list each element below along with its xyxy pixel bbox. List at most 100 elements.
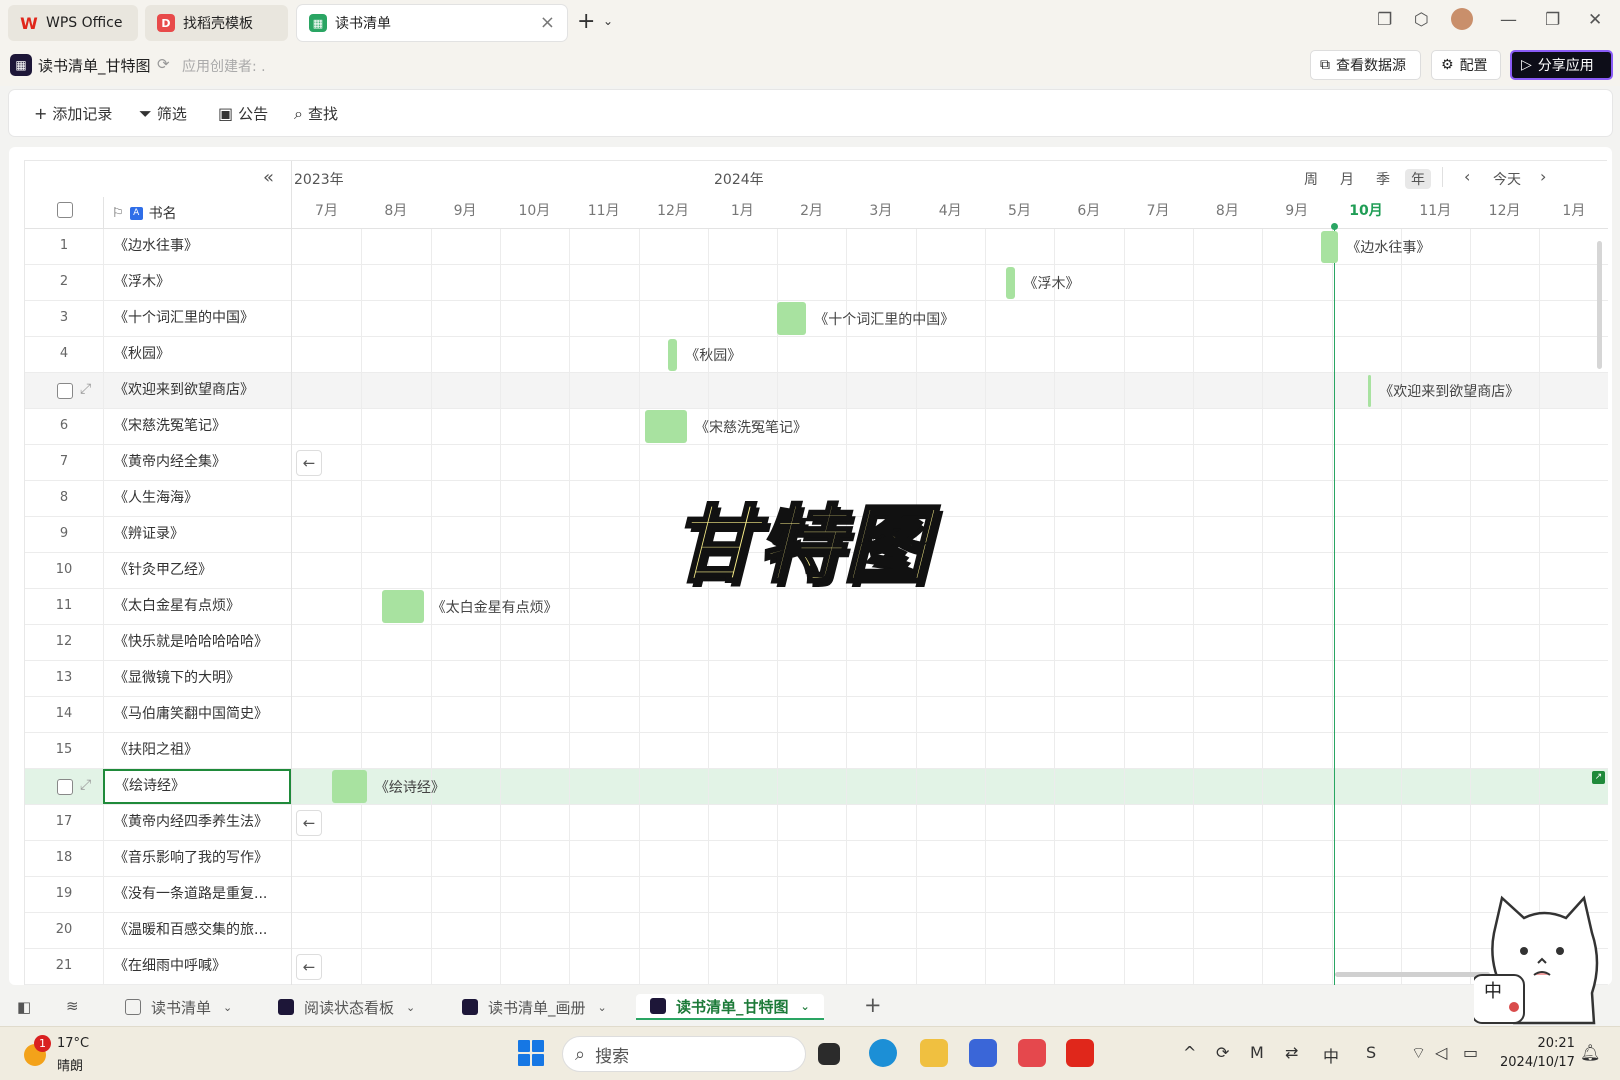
scale-week[interactable]: 周 (1304, 169, 1318, 189)
book-name-cell[interactable]: 《音乐影响了我的写作》 (103, 841, 291, 876)
chevron-down-icon[interactable]: ⌄ (598, 1001, 607, 1014)
book-name-cell[interactable]: 《欢迎来到欲望商店》 (103, 373, 291, 408)
gantt-bar[interactable] (382, 590, 424, 623)
find-button[interactable]: ⌕ 查找 (294, 103, 338, 124)
table-row[interactable]: 7 《黄帝内经全集》 ← (25, 445, 1608, 481)
book-name-cell[interactable]: 《温暖和百感交集的旅... (103, 913, 291, 948)
wps-taskbar-icon[interactable] (1066, 1039, 1094, 1067)
cube-icon[interactable]: ⬡ (1414, 10, 1429, 30)
battery-icon[interactable]: ▭ (1463, 1043, 1478, 1062)
scale-year[interactable]: 年 (1405, 169, 1431, 189)
table-row[interactable]: 13 《显微镜下的大明》 (25, 661, 1608, 697)
huawei-app-icon[interactable] (1018, 1039, 1046, 1067)
table-row[interactable]: 19 《没有一条道路是重复... (25, 877, 1608, 913)
book-name-cell[interactable]: 《黄帝内经全集》 (103, 445, 291, 480)
select-all-checkbox[interactable] (57, 202, 73, 218)
expand-icon[interactable]: ⤢ (80, 777, 91, 793)
gantt-bar[interactable] (1368, 375, 1372, 407)
sidebar-toggle-icon[interactable]: ◧ (17, 998, 31, 1016)
view-datasource-button[interactable]: ⧉ 查看数据源 (1310, 50, 1421, 80)
row-checkbox[interactable] (57, 383, 73, 399)
chevron-left-icon[interactable]: ‹ (1464, 167, 1470, 186)
filter-button[interactable]: ⏷ 筛选 (139, 103, 187, 124)
book-name-cell[interactable]: 《在细雨中呼喊》 (103, 949, 291, 984)
scale-quarter[interactable]: 季 (1376, 169, 1390, 189)
weather-temperature[interactable]: 17°C (57, 1036, 89, 1051)
arrow-left-icon[interactable]: ← (296, 810, 322, 836)
book-name-cell[interactable]: 《没有一条道路是重复... (103, 877, 291, 912)
chevron-down-icon[interactable]: ⌄ (603, 14, 613, 28)
gantt-bar[interactable] (1005, 267, 1016, 299)
sheet-tab[interactable]: 阅读状态看板 ⌄ (278, 994, 415, 1020)
sync-tray-icon[interactable]: ⟳ (1216, 1043, 1229, 1062)
window-icon[interactable]: ❐ (1377, 10, 1392, 30)
mail-app-icon[interactable] (969, 1039, 997, 1067)
input-method-icon[interactable]: 中 (1323, 1043, 1339, 1067)
book-name-cell[interactable]: 《十个词汇里的中国》 (103, 301, 291, 336)
table-row[interactable]: 18 《音乐影响了我的写作》 (25, 841, 1608, 877)
book-name-cell[interactable]: 《显微镜下的大明》 (103, 661, 291, 696)
book-name-cell[interactable]: 《快乐就是哈哈哈哈哈》 (103, 625, 291, 660)
table-row[interactable]: 12 《快乐就是哈哈哈哈哈》 (25, 625, 1608, 661)
share-app-button[interactable]: ▷ 分享应用 (1510, 50, 1613, 80)
table-row[interactable]: 4 《秋园》 (25, 337, 1608, 373)
add-record-button[interactable]: + 添加记录 (34, 103, 112, 124)
start-button[interactable] (518, 1040, 544, 1066)
weather-description[interactable]: 晴朗 (57, 1055, 83, 1074)
volume-icon[interactable]: ◁ (1435, 1043, 1447, 1062)
taskbar-search[interactable]: ⌕ 搜索 (562, 1036, 806, 1072)
table-row[interactable]: 20 《温暖和百感交集的旅... (25, 913, 1608, 949)
column-header-title[interactable]: ⚐ A 书名 (103, 197, 291, 229)
sheet-tab[interactable]: 读书清单_画册 ⌄ (462, 994, 607, 1020)
book-name-cell[interactable]: 《绘诗经》 (103, 769, 291, 804)
chevron-down-icon[interactable]: ⌄ (223, 1001, 232, 1014)
today-button[interactable]: 今天 (1493, 169, 1521, 189)
tab-wps-office[interactable]: W WPS Office (8, 5, 138, 41)
table-row[interactable]: 17 《黄帝内经四季养生法》 ← (25, 805, 1608, 841)
table-row[interactable]: 6 《宋慈洗冤笔记》 (25, 409, 1608, 445)
book-name-cell[interactable]: 《秋园》 (103, 337, 291, 372)
expand-icon[interactable]: ⤢ (80, 381, 91, 397)
chevron-down-icon[interactable]: ⌄ (406, 1001, 415, 1014)
layers-icon[interactable]: ≋ (66, 997, 79, 1015)
table-row[interactable]: 21 《在细雨中呼喊》 ← (25, 949, 1608, 985)
gantt-bar[interactable] (777, 302, 807, 335)
minimize-icon[interactable]: — (1500, 10, 1517, 30)
sogou-icon[interactable]: S (1366, 1043, 1376, 1062)
tab-reading-list[interactable]: ▦ 读书清单 × (297, 5, 567, 41)
settings-tray-icon[interactable]: ⇄ (1285, 1043, 1298, 1062)
horizontal-scrollbar[interactable] (1335, 972, 1490, 977)
gantt-bar[interactable] (667, 339, 678, 371)
book-name-cell[interactable]: 《针灸甲乙经》 (103, 553, 291, 588)
chevron-right-icon[interactable]: › (1540, 167, 1546, 186)
collapse-icon[interactable]: « (263, 167, 274, 188)
close-icon[interactable]: × (540, 12, 555, 33)
tab-daoke-templates[interactable]: D 找稻壳模板 (145, 5, 288, 41)
notice-button[interactable]: ▣ 公告 (218, 103, 268, 124)
book-name-cell[interactable]: 《太白金星有点烦》 (103, 589, 291, 624)
gantt-bar[interactable] (332, 770, 367, 803)
gantt-bar[interactable] (645, 410, 687, 443)
table-row[interactable]: ⤢ 《绘诗经》 ↗ (25, 769, 1608, 805)
book-name-cell[interactable]: 《辨证录》 (103, 517, 291, 552)
arrow-left-icon[interactable]: ← (296, 450, 322, 476)
gantt-bar[interactable] (1321, 231, 1339, 263)
new-tab-button[interactable]: + (577, 9, 595, 34)
close-window-icon[interactable]: ✕ (1588, 10, 1602, 30)
book-name-cell[interactable]: 《扶阳之祖》 (103, 733, 291, 768)
wifi-icon[interactable]: ⌔ (1411, 1043, 1426, 1063)
config-button[interactable]: ⚙ 配置 (1431, 50, 1501, 80)
row-checkbox[interactable] (57, 779, 73, 795)
book-name-cell[interactable]: 《马伯庸笑翻中国简史》 (103, 697, 291, 732)
add-sheet-button[interactable]: + (864, 993, 882, 1017)
book-name-cell[interactable]: 《边水往事》 (103, 229, 291, 264)
vertical-scrollbar[interactable] (1597, 241, 1602, 369)
system-clock[interactable]: 20:21 2024/10/17 (1500, 1034, 1575, 1072)
book-name-cell[interactable]: 《黄帝内经四季养生法》 (103, 805, 291, 840)
open-record-icon[interactable]: ↗ (1592, 771, 1605, 784)
sheet-tab[interactable]: 读书清单_甘特图 ⌄ (636, 994, 824, 1020)
chevron-down-icon[interactable]: ⌄ (801, 1000, 810, 1013)
restore-icon[interactable]: ❐ (1545, 10, 1560, 30)
avatar[interactable] (1451, 8, 1473, 30)
book-name-cell[interactable]: 《浮木》 (103, 265, 291, 300)
